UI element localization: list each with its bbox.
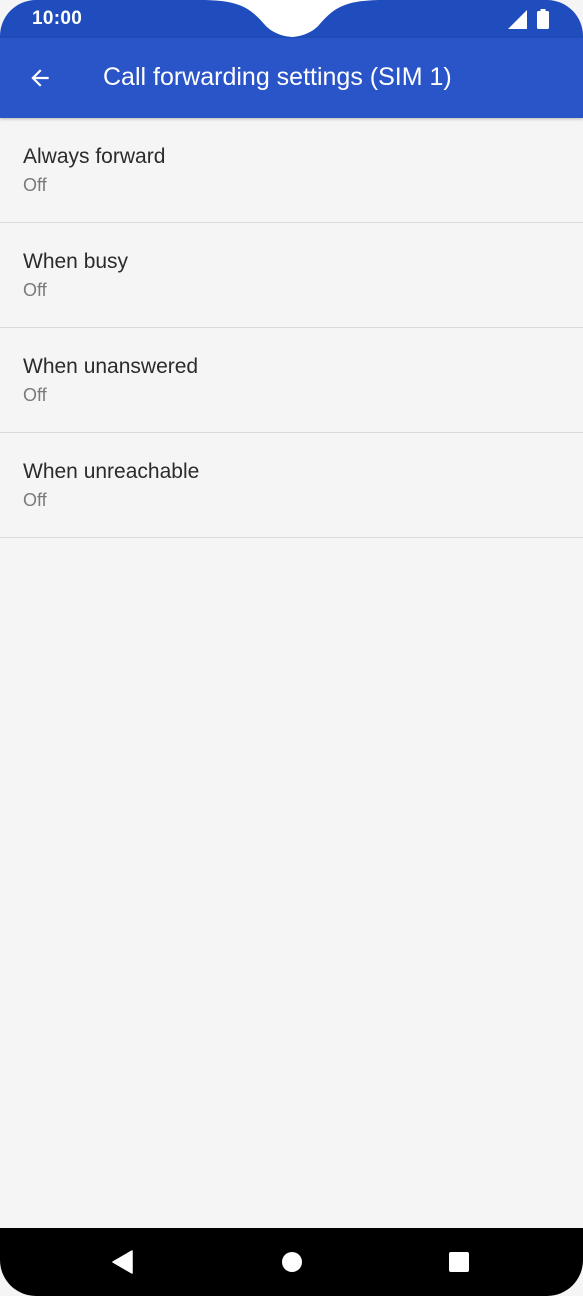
status-icons: [508, 9, 549, 29]
signal-icon: [508, 9, 527, 29]
status-time: 10:00: [32, 8, 83, 29]
call-forwarding-list: Always forward Off When busy Off When un…: [0, 118, 583, 538]
nav-back-button[interactable]: [102, 1242, 142, 1282]
battery-icon: [537, 9, 549, 29]
page-title: Call forwarding settings (SIM 1): [103, 63, 452, 91]
home-circle-icon: [282, 1252, 302, 1272]
setting-when-unanswered[interactable]: When unanswered Off: [0, 328, 583, 433]
nav-recents-button[interactable]: [439, 1242, 479, 1282]
back-triangle-icon: [112, 1250, 133, 1274]
setting-status: Off: [23, 280, 47, 300]
arrow-back-icon: [31, 69, 49, 87]
status-bar: 10:00: [0, 0, 583, 38]
setting-status: Off: [23, 175, 47, 195]
recents-square-icon: [449, 1252, 469, 1272]
setting-title: When busy: [23, 250, 129, 273]
setting-status: Off: [23, 385, 47, 405]
phone-screen: 10:00 Call forwarding settings (SIM 1) A…: [0, 0, 583, 1296]
app-bar: Call forwarding settings (SIM 1): [0, 38, 583, 118]
setting-title: When unreachable: [23, 460, 200, 483]
setting-when-unreachable[interactable]: When unreachable Off: [0, 433, 583, 538]
setting-status: Off: [23, 490, 47, 510]
setting-title: When unanswered: [23, 355, 199, 378]
notch-cutout: [200, 0, 384, 37]
setting-when-busy[interactable]: When busy Off: [0, 223, 583, 328]
back-button[interactable]: [18, 56, 62, 100]
navigation-bar: [0, 1228, 583, 1296]
setting-title: Always forward: [23, 145, 166, 168]
setting-always-forward[interactable]: Always forward Off: [0, 118, 583, 223]
nav-home-button[interactable]: [272, 1242, 312, 1282]
